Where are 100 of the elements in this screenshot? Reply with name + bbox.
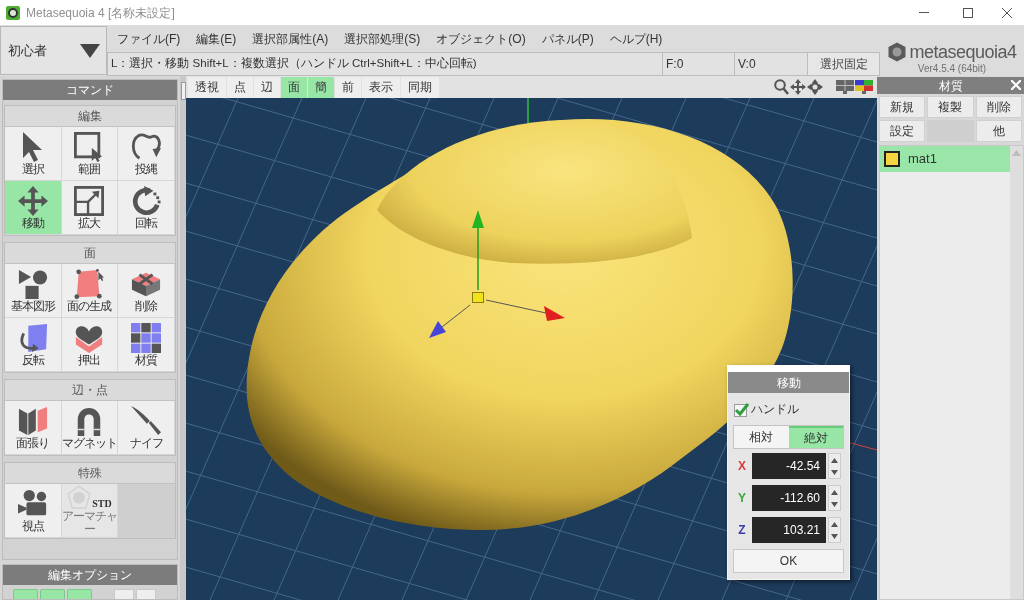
window-title: Metasequoia 4 [名称未設定] [26,4,175,22]
tool-button[interactable]: 拡大 [61,181,119,235]
rotate-view-icon[interactable] [807,79,823,95]
up-arrow-icon [831,457,838,463]
version-text: Ver4.5.4 (64bit) [917,63,987,74]
menu-item[interactable]: 選択部処理(S) [336,25,429,52]
tool-button[interactable]: 面張り [5,401,62,455]
spinner[interactable] [828,485,841,511]
dialog-title: 移動 [728,372,849,393]
close-icon [1011,80,1021,90]
tool-button[interactable]: ナイフ [118,401,175,455]
number-field[interactable]: -42.54 [752,453,826,479]
face-count: F:0 [663,52,735,76]
lock-selection-button[interactable]: 選択固定 [808,52,880,76]
axis-label: Y [737,490,747,507]
std-label: STD [92,499,112,509]
ok-button[interactable]: OK [733,549,844,573]
up-arrow-icon [831,489,838,495]
tool-button[interactable]: 視点 [5,484,62,538]
close-icon [1002,7,1012,18]
search-icon[interactable] [774,79,789,95]
face-bridge-icon [17,405,48,436]
spinner[interactable] [828,453,841,479]
panel-button[interactable]: 設定 [879,120,926,142]
selection-rectangle-icon [74,131,105,162]
move-icon [17,185,48,216]
section-title: 編集 [5,106,175,127]
down-arrow-icon [831,469,838,475]
checkbox-label: ハンドル [751,401,799,418]
z-axis-arrow[interactable] [429,304,471,338]
maximize-icon [963,7,973,18]
flip-face-icon [17,322,48,353]
menu-item[interactable]: パネル(P) [533,25,602,52]
lasso-icon [131,131,162,162]
view-toggle[interactable]: 同期 [401,76,439,98]
up-arrow-icon [831,521,838,527]
shapes-icon [17,268,48,299]
minimize-icon [919,12,929,13]
center-handle[interactable] [472,292,484,303]
tool-button[interactable]: 範囲 [61,127,119,181]
mode-tab[interactable]: 絶対 [788,426,843,448]
tool-button[interactable]: 選択 [5,127,62,181]
app-icon [6,5,20,20]
menu-item[interactable]: 選択部属性(A) [244,25,337,52]
view-toggle[interactable]: 辺 [254,76,280,98]
menu-item[interactable]: ヘルプ(H) [601,25,671,52]
tool-button[interactable]: 押出 [61,318,119,372]
tool-button[interactable]: 回転 [118,181,175,235]
close-panel-button[interactable] [1010,79,1022,91]
pan-icon[interactable] [790,79,806,95]
tool-button[interactable]: 反転 [5,318,62,372]
pentagon-icon [67,485,92,509]
tool-button[interactable]: 材質 [118,318,175,372]
face-create-icon [74,268,105,299]
scrollbar[interactable] [1010,146,1023,599]
monitor-icon[interactable] [855,80,873,94]
section-title: 面 [5,243,175,264]
mode-dropdown[interactable]: 初心者 [0,26,107,75]
panel-button[interactable]: 複製 [927,96,974,118]
view-toggle[interactable]: 透視 [188,76,226,98]
view-toggle[interactable]: 点 [227,76,253,98]
tool-button[interactable]: 移動 [5,181,62,235]
splitter-handle[interactable] [180,82,186,100]
knife-icon [131,405,162,436]
panel-button[interactable]: 他 [975,120,1022,142]
material-grid-icon [131,322,162,353]
view-toggle[interactable]: 表示 [362,76,400,98]
tool-button[interactable]: 基本図形 [5,264,62,318]
tool-button[interactable]: マグネット [61,401,119,455]
checkbox[interactable] [734,401,749,417]
view-toggle[interactable]: 面 [281,76,307,98]
panel-title: 編集オプション [3,565,177,585]
x-axis-arrow[interactable] [485,299,565,321]
panel-title: コマンド [3,80,177,100]
tool-button[interactable]: 面の生成 [61,264,119,318]
3d-viewport[interactable]: 移動 ハンドル 相対 絶対 X -42.54 Y -112.60 Z 103.21 OK [186,98,877,600]
rotate-icon [131,185,162,216]
menu-item[interactable]: 編集(E) [188,25,245,52]
down-arrow-icon [831,533,838,539]
tool-button[interactable]: 削除 [118,264,175,318]
view-toggle[interactable]: 前 [335,76,361,98]
panel-button[interactable]: 新規 [879,96,926,118]
logo-icon [887,42,908,62]
spinner[interactable] [828,517,841,543]
menu-item[interactable]: オブジェクト(O) [428,25,534,52]
scale-icon [74,185,105,216]
number-field[interactable]: -112.60 [752,485,826,511]
view-toggle[interactable]: 簡 [308,76,334,98]
tool-button[interactable]: 投縄 [118,127,175,181]
logo-wordmark: metasequoia4 [909,41,1017,63]
axis-label: X [737,458,747,475]
menu-item[interactable]: ファイル(F) [109,25,189,52]
vertex-count: V:0 [735,52,808,76]
monitor-grid-icon[interactable] [836,80,854,94]
panel-button[interactable]: 削除 [975,96,1022,118]
material-row[interactable]: mat1 [880,146,1010,172]
number-field[interactable]: 103.21 [752,517,826,543]
y-axis-arrow[interactable] [472,210,484,291]
mode-tab[interactable]: 相対 [734,426,789,448]
panel-title: 材質 [938,78,963,93]
